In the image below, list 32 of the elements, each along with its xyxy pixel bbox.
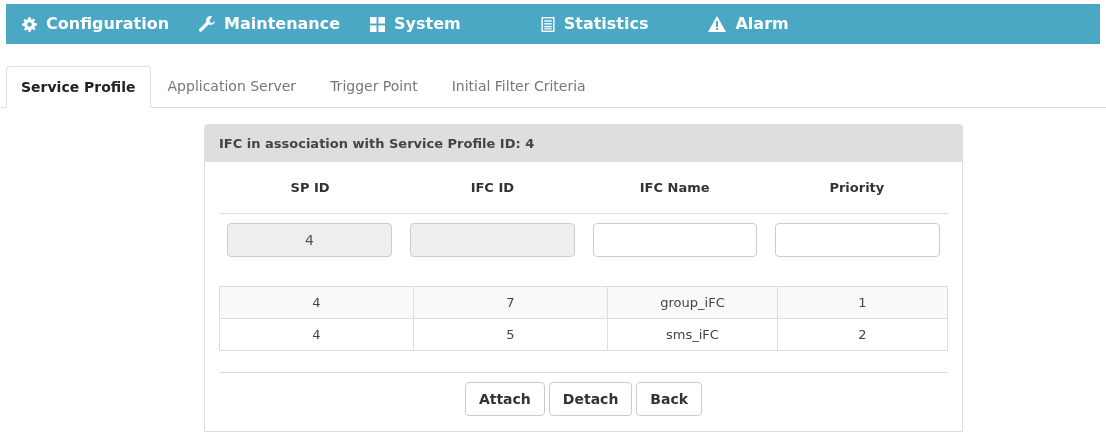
table-cell: 5	[413, 318, 608, 351]
nav-menu-item[interactable]: Statistics	[540, 12, 649, 36]
nav-menu-item[interactable]: System	[370, 12, 461, 36]
action-button[interactable]: Back	[636, 382, 703, 416]
nav-menu-item[interactable]: Alarm	[708, 12, 789, 36]
warning-icon	[708, 16, 727, 32]
input-field[interactable]	[592, 223, 758, 257]
tab[interactable]: Initial Filter Criteria	[434, 65, 603, 107]
table-cell: 7	[413, 286, 608, 319]
table-cell: 4	[219, 286, 414, 319]
action-button[interactable]: Attach	[464, 382, 545, 416]
column-header: IFC Name	[638, 178, 711, 197]
nav-menu-item[interactable]: Configuration	[22, 12, 170, 36]
input-field[interactable]	[775, 223, 940, 257]
column-header: IFC ID	[469, 178, 516, 197]
nav-menu-item[interactable]: Maintenance	[199, 12, 341, 36]
tab[interactable]: Application Server	[150, 65, 314, 107]
action-button[interactable]: Detach	[548, 382, 633, 416]
column-header: Priority	[828, 178, 886, 197]
tab[interactable]: Service Profile	[6, 66, 151, 108]
tab[interactable]: Trigger Point	[313, 65, 435, 107]
grid-icon	[370, 16, 386, 32]
table-cell: 2	[777, 318, 948, 351]
wrench-icon	[199, 16, 216, 32]
table-cell: 4	[219, 318, 414, 351]
gear-icon	[22, 16, 37, 32]
panel-title: IFC in association with Service Profile ID: 4	[205, 125, 962, 162]
list-icon	[540, 16, 555, 32]
table-cell: sms_iFC	[607, 318, 778, 351]
table-cell: 1	[777, 286, 948, 319]
table-cell: group_iFC	[607, 286, 778, 319]
column-header: SP ID	[289, 178, 331, 197]
